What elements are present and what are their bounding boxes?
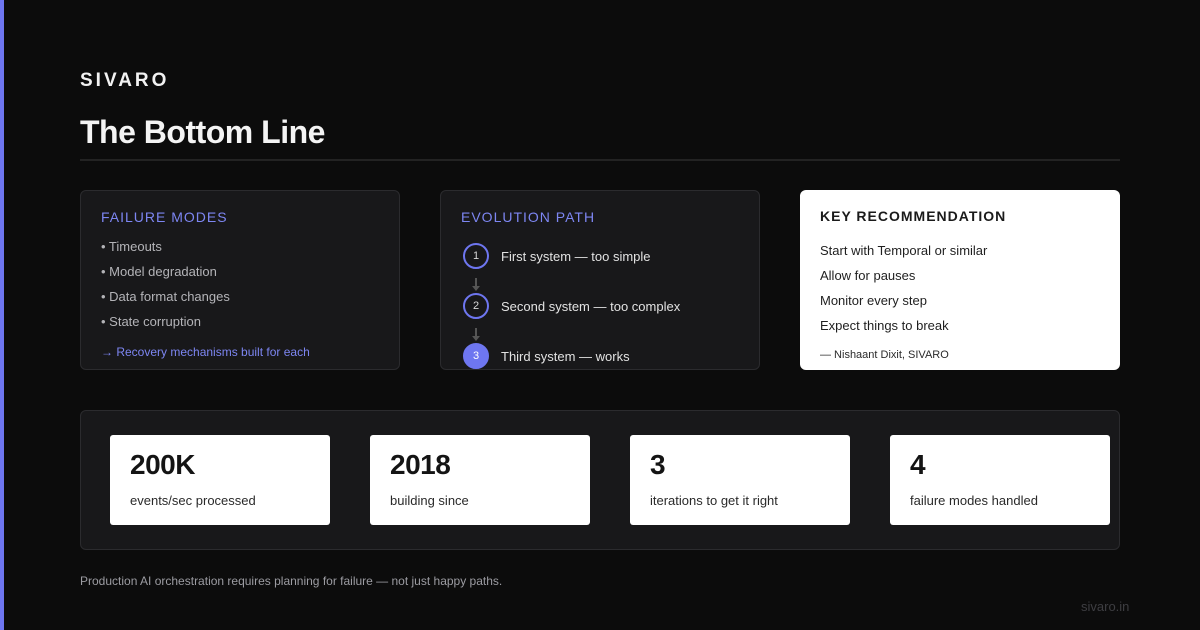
- step-2-badge: 2: [463, 293, 489, 319]
- stat-card: 200K events/sec processed: [110, 435, 330, 525]
- failure-modes-heading: FAILURE MODES: [101, 209, 228, 225]
- list-item: • Data format changes: [101, 289, 230, 304]
- recovery-link: → Recovery mechanisms built for each: [101, 345, 310, 359]
- step-connector: [475, 328, 477, 336]
- stat-label: failure modes handled: [910, 493, 1038, 508]
- stat-label: events/sec processed: [130, 493, 256, 508]
- key-recommendation-card: KEY RECOMMENDATION Start with Temporal o…: [800, 190, 1120, 370]
- stat-label: building since: [390, 493, 469, 508]
- evolution-path-card: EVOLUTION PATH 1 First system — too simp…: [440, 190, 760, 370]
- stat-value: 4: [910, 449, 926, 480]
- step-connector: [475, 278, 477, 286]
- stat-label: iterations to get it right: [650, 493, 778, 508]
- stat-card: 4 failure modes handled: [890, 435, 1110, 525]
- accent-bar: [0, 0, 4, 630]
- key-recommendation-heading: KEY RECOMMENDATION: [820, 208, 1007, 224]
- footer-note: Production AI orchestration requires pla…: [80, 574, 503, 588]
- step-1-label: First system — too simple: [501, 249, 651, 264]
- step-2-label: Second system — too complex: [501, 299, 681, 314]
- stats-panel: 200K events/sec processed 2018 building …: [80, 410, 1120, 550]
- list-item: Monitor every step: [820, 293, 927, 308]
- stat-card: 3 iterations to get it right: [630, 435, 850, 525]
- arrow-down-icon: [472, 336, 480, 341]
- list-item: Start with Temporal or similar: [820, 243, 988, 258]
- brand-logo: SIVARO: [80, 70, 170, 91]
- evolution-path-heading: EVOLUTION PATH: [461, 209, 596, 225]
- step-1-badge: 1: [463, 243, 489, 269]
- recommendation-list: Start with Temporal or similar Allow for…: [820, 243, 987, 343]
- title-divider: [80, 159, 1120, 161]
- failure-modes-list: • Timeouts • Model degradation • Data fo…: [101, 239, 230, 339]
- arrow-down-icon: [472, 286, 480, 291]
- failure-modes-card: FAILURE MODES • Timeouts • Model degrada…: [80, 190, 400, 370]
- step-3-badge: 3: [463, 343, 489, 369]
- page-title: The Bottom Line: [80, 114, 325, 150]
- list-item: • Timeouts: [101, 239, 162, 254]
- stat-value: 200K: [130, 449, 195, 480]
- stat-value: 3: [650, 449, 666, 480]
- stat-card: 2018 building since: [370, 435, 590, 525]
- list-item: Allow for pauses: [820, 268, 916, 283]
- list-item: Expect things to break: [820, 318, 949, 333]
- quote-attribution: — Nishaant Dixit, SIVARO: [820, 349, 949, 361]
- step-3-label: Third system — works: [501, 349, 630, 364]
- site-url: sivaro.in: [1081, 599, 1130, 614]
- list-item: • State corruption: [101, 314, 201, 329]
- stat-value: 2018: [390, 449, 451, 480]
- list-item: • Model degradation: [101, 264, 217, 279]
